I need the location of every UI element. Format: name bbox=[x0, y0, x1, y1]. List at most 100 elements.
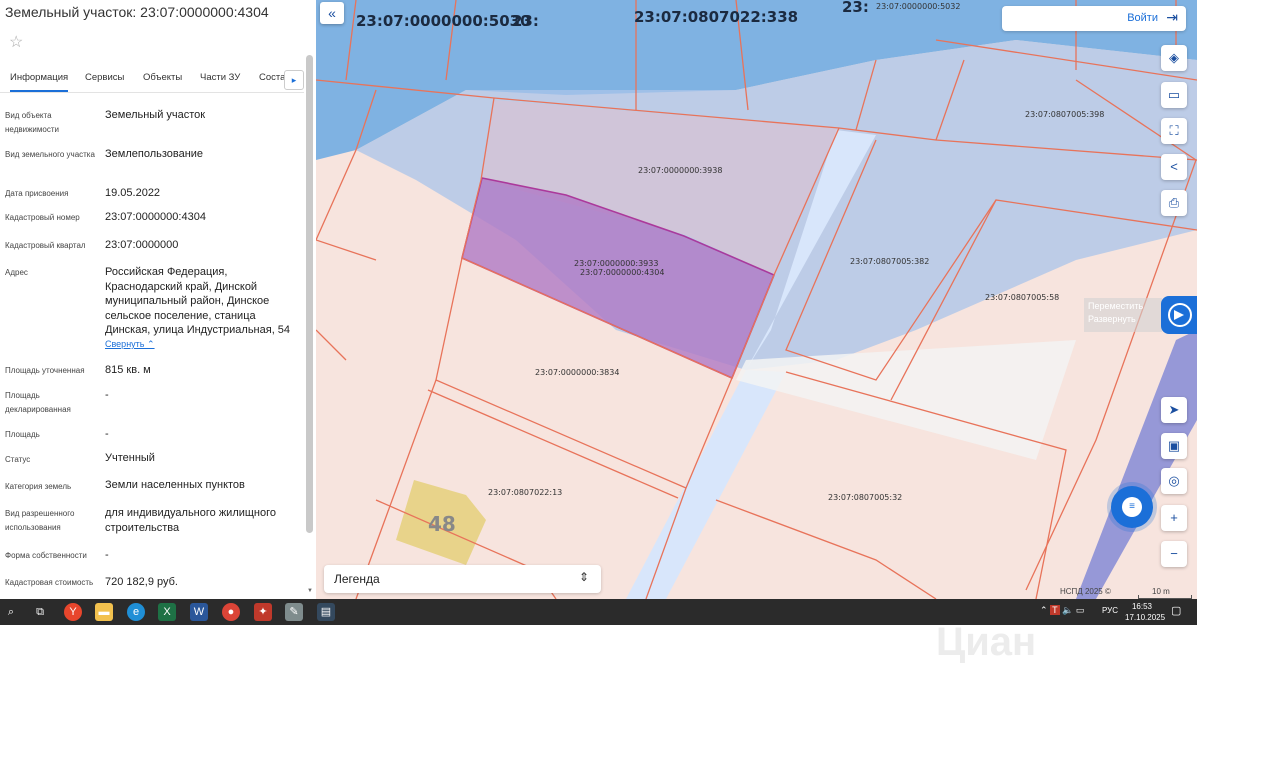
value-address: Российская Федерация, Краснодарский край… bbox=[105, 266, 291, 336]
label-area-refined: Площадь уточненная bbox=[5, 366, 85, 375]
share-icon[interactable]: < bbox=[1161, 154, 1187, 180]
plot-label-3834: 23:07:0000000:3834 bbox=[535, 368, 620, 377]
move-icon bbox=[1168, 303, 1192, 327]
label-object-type: Вид объекта недвижимости bbox=[5, 111, 59, 134]
plot-label-3938: 23:07:0000000:3938 bbox=[638, 166, 723, 175]
tab-parts[interactable]: Части ЗУ bbox=[200, 72, 240, 83]
chevron-up-icon: ⌃ bbox=[147, 339, 155, 349]
tab-info[interactable]: Информация bbox=[10, 72, 69, 92]
label-status: Статус bbox=[5, 455, 31, 464]
panel-tabs: Информация Сервисы Объекты Части ЗУ Сост… bbox=[0, 64, 304, 93]
value-permitted-use: для индивидуального жилищного строительс… bbox=[105, 507, 277, 534]
label-assign-date: Дата присвоения bbox=[5, 189, 69, 198]
login-button[interactable]: Войти ⇥ bbox=[1002, 6, 1186, 31]
edge-icon[interactable]: e bbox=[127, 603, 145, 621]
chevron-right-icon[interactable]: ▸ bbox=[284, 70, 304, 90]
ruler-icon[interactable]: ▭ bbox=[1161, 82, 1187, 108]
value-cadastral-quarter: 23:07:0000000 bbox=[105, 239, 179, 251]
value-cadastral-value: 720 182,9 руб. bbox=[105, 576, 178, 588]
label-land-category: Категория земель bbox=[5, 482, 72, 491]
panel-title: Земельный участок: 23:07:0000000:4304 bbox=[5, 4, 269, 20]
app2-icon[interactable]: ✎ bbox=[285, 603, 303, 621]
map-label-top-2: 23: bbox=[512, 12, 539, 30]
plot-label-32: 23:07:0807005:32 bbox=[828, 493, 903, 502]
value-land-category: Земли населенных пунктов bbox=[105, 479, 245, 491]
label-land-type: Вид земельного участка bbox=[5, 150, 95, 159]
panel-scrollbar[interactable] bbox=[306, 55, 313, 533]
network-icon: ▭ bbox=[1075, 605, 1085, 615]
language-indicator[interactable]: РУС bbox=[1102, 606, 1118, 615]
collapse-link-label: Свернуть bbox=[105, 339, 145, 349]
system-tray[interactable]: ⌃ T 🔈 ▭ bbox=[1040, 605, 1084, 616]
word-icon[interactable]: W bbox=[190, 603, 208, 621]
print-icon[interactable]: ⎙ bbox=[1161, 190, 1187, 216]
value-cadastral-number: 23:07:0000000:4304 bbox=[105, 211, 206, 223]
copyright: НСПД 2025 © bbox=[1060, 587, 1111, 596]
value-ownership: - bbox=[105, 549, 109, 561]
tab-composition[interactable]: Соста bbox=[259, 72, 285, 83]
minimap-icon[interactable]: ▣ bbox=[1161, 433, 1187, 459]
move-tooltip: Переместить Развернуть bbox=[1084, 298, 1162, 332]
label-area: Площадь bbox=[5, 430, 40, 439]
tab-objects[interactable]: Объекты bbox=[143, 72, 182, 83]
map-canvas bbox=[316, 0, 1197, 599]
plot-label-4304: 23:07:0000000:4304 bbox=[580, 268, 665, 277]
value-area-declared: - bbox=[105, 389, 109, 401]
cadastral-map[interactable]: « 23:07:0000000:5030 23: 23:07:0807022:3… bbox=[316, 0, 1197, 599]
tab-services[interactable]: Сервисы bbox=[85, 72, 124, 83]
select-area-icon[interactable]: ⛶ bbox=[1161, 118, 1187, 144]
value-assign-date: 19.05.2022 bbox=[105, 187, 161, 199]
label-area-declared: Площадь декларированная bbox=[5, 391, 71, 414]
map-label-top-1: 23:07:0000000:5030 bbox=[356, 12, 531, 30]
scroll-down-icon[interactable]: ▼ bbox=[307, 588, 313, 594]
collapse-link[interactable]: Свернуть ⌃ bbox=[105, 339, 155, 350]
chrome-icon[interactable]: ● bbox=[222, 603, 240, 621]
geo-search-icon[interactable]: ◎ bbox=[1161, 468, 1187, 494]
map-label-top-3: 23:07:0807022:338 bbox=[634, 8, 799, 26]
app-icon[interactable]: ✦ bbox=[254, 603, 272, 621]
label-cadastral-quarter: Кадастровый квартал bbox=[5, 241, 86, 250]
layers-icon[interactable]: ◈ bbox=[1161, 45, 1187, 71]
move-expand-button[interactable] bbox=[1161, 296, 1197, 334]
plot-label-3933: 23:07:0000000:3933 bbox=[574, 259, 659, 268]
yandex-browser-icon[interactable]: Y bbox=[64, 603, 82, 621]
plot-label-382: 23:07:0807005:382 bbox=[850, 257, 930, 266]
plot-label-398: 23:07:0807005:398 bbox=[1025, 110, 1105, 119]
zoom-out-icon[interactable]: − bbox=[1161, 541, 1187, 567]
label-ownership: Форма собственности bbox=[5, 551, 87, 560]
value-land-type: Землепользование bbox=[105, 148, 204, 160]
task-view-icon[interactable]: ⧉ bbox=[31, 603, 49, 621]
login-label: Войти bbox=[1127, 12, 1158, 24]
legend-dropdown[interactable]: Легенда ⇕ bbox=[324, 565, 601, 593]
volume-icon: 🔈 bbox=[1062, 605, 1074, 615]
plot-label-13: 23:07:0807022:13 bbox=[488, 488, 563, 497]
value-area-refined: 815 кв. м bbox=[105, 364, 151, 376]
value-status: Учтенный bbox=[105, 452, 155, 464]
tray-app-icon: T bbox=[1050, 605, 1060, 615]
file-explorer-icon[interactable]: ▬ bbox=[95, 603, 113, 621]
locate-icon[interactable]: ➤ bbox=[1161, 397, 1187, 423]
chat-button[interactable]: ≡ bbox=[1111, 486, 1153, 528]
app3-icon[interactable]: ▤ bbox=[317, 603, 335, 621]
value-object-type: Земельный участок bbox=[105, 109, 206, 121]
chevron-up-icon: ⌃ bbox=[1040, 605, 1048, 615]
map-label-top-4: 23: bbox=[842, 0, 869, 16]
zoom-in-icon[interactable]: + bbox=[1161, 505, 1187, 531]
label-cadastral-number: Кадастровый номер bbox=[5, 213, 80, 222]
label-cadastral-value: Кадастровая стоимость bbox=[5, 578, 94, 587]
clock-date: 17.10.2025 bbox=[1125, 613, 1166, 622]
notification-icon[interactable]: ▢ bbox=[1171, 604, 1181, 617]
info-panel: Земельный участок: 23:07:0000000:4304 ☆ … bbox=[0, 0, 316, 599]
clock[interactable]: 16:53 17.10.2025 bbox=[1125, 601, 1166, 623]
map-label-top-5: 23:07:0000000:5032 bbox=[876, 2, 961, 11]
chat-icon: ≡ bbox=[1122, 497, 1142, 517]
search-icon[interactable]: ⌕ bbox=[2, 603, 20, 621]
legend-label: Легенда bbox=[334, 572, 380, 586]
login-icon: ⇥ bbox=[1166, 9, 1178, 25]
excel-icon[interactable]: X bbox=[158, 603, 176, 621]
label-permitted-use: Вид разрешенного использования bbox=[5, 509, 75, 532]
star-icon[interactable]: ☆ bbox=[9, 34, 23, 52]
double-chevron-left-icon[interactable]: « bbox=[320, 2, 344, 24]
building-number: 48 bbox=[428, 512, 456, 536]
chevron-updown-icon: ⇕ bbox=[578, 570, 589, 584]
